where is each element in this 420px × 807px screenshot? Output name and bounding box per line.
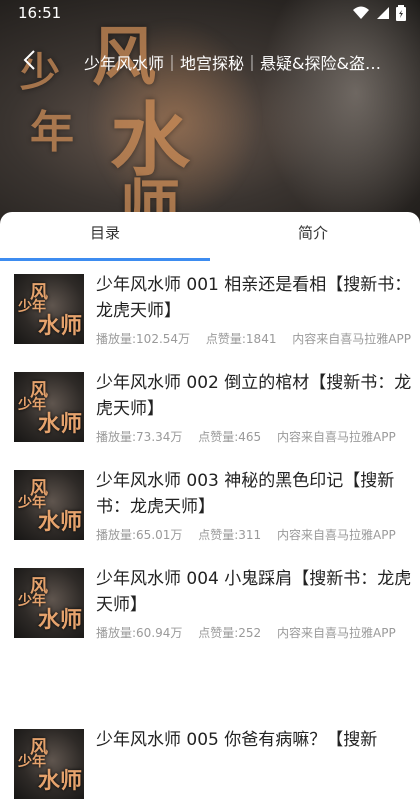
back-arrow-icon[interactable] (18, 48, 42, 72)
episode-title: 少年风水师 003 神秘的黑色印记【搜新书：龙虎天师】 (96, 471, 395, 517)
tab-active-indicator (0, 258, 210, 261)
episode-meta: 播放量:60.94万 点赞量:252 内容来自喜马拉雅APP (96, 624, 416, 641)
play-count: 播放量:73.34万 (96, 430, 183, 444)
like-count: 点赞量:311 (198, 528, 262, 542)
tab-intro[interactable]: 简介 (298, 222, 328, 243)
source-label: 内容来自喜马拉雅APP (277, 430, 396, 444)
episode-item[interactable]: 风 少年 水师 少年风水师 004 小鬼踩肩【搜新书：龙虎天师】 播放量:60.… (0, 556, 420, 646)
thumb-char: 水师 (38, 314, 83, 339)
wifi-icon (353, 6, 369, 19)
tab-catalog[interactable]: 目录 (90, 222, 120, 243)
cover-figure (260, 0, 420, 232)
album-title: 少年风水师｜地宫探秘｜悬疑&探险&盗墓… (84, 54, 396, 73)
status-icons (352, 5, 406, 21)
episode-thumbnail: 风 少年 水师 (14, 568, 84, 638)
episode-meta: 播放量:102.54万 点赞量:1841 内容来自喜马拉雅APP (96, 330, 416, 347)
play-count: 播放量:65.01万 (96, 528, 183, 542)
like-count: 点赞量:1841 (205, 332, 277, 346)
like-count: 点赞量:252 (198, 626, 262, 640)
like-count: 点赞量:465 (198, 430, 262, 444)
status-bar: 16:51 (0, 0, 420, 28)
source-label: 内容来自喜马拉雅APP (292, 332, 411, 346)
tab-bar: 目录 简介 (0, 212, 420, 262)
source-label: 内容来自喜马拉雅APP (277, 626, 396, 640)
thumb-char: 水师 (38, 412, 83, 437)
play-count: 播放量:102.54万 (96, 332, 191, 346)
episode-meta: 播放量:65.01万 点赞量:311 内容来自喜马拉雅APP (96, 526, 416, 543)
thumb-char: 水师 (38, 769, 83, 794)
thumb-char: 水师 (38, 608, 83, 633)
album-header: 少 年 风 水 师 16:51 少年风水师｜地宫探秘｜悬疑&探险&盗墓… (0, 0, 420, 232)
episode-thumbnail: 风 少年 水师 (14, 274, 84, 344)
episode-thumbnail: 风 少年 水师 (14, 470, 84, 540)
battery-icon (396, 5, 406, 21)
episode-title: 少年风水师 001 相亲还是看相【搜新书：龙虎天师】 (96, 275, 412, 321)
episode-item[interactable]: 风 少年 水师 少年风水师 003 神秘的黑色印记【搜新书：龙虎天师】 播放量:… (0, 458, 420, 548)
signal-icon (377, 7, 389, 19)
source-label: 内容来自喜马拉雅APP (277, 528, 396, 542)
episode-item[interactable]: 风 少年 水师 少年风水师 002 倒立的棺材【搜新书：龙虎天师】 播放量:73… (0, 360, 420, 450)
episode-item[interactable]: 风 少年 水师 少年风水师 001 相亲还是看相【搜新书：龙虎天师】 播放量:1… (0, 262, 420, 352)
episode-thumbnail: 风 少年 水师 (14, 372, 84, 442)
play-count: 播放量:60.94万 (96, 626, 183, 640)
episode-meta: 播放量:73.34万 点赞量:465 内容来自喜马拉雅APP (96, 428, 416, 445)
status-time: 16:51 (18, 4, 62, 22)
cover-art-char: 年 (30, 107, 74, 158)
episode-title: 少年风水师 004 小鬼踩肩【搜新书：龙虎天师】 (96, 569, 412, 615)
episode-title: 少年风水师 005 你爸有病嘛？【搜新 (96, 730, 378, 750)
title-bar: 少年风水师｜地宫探秘｜悬疑&探险&盗墓… (0, 42, 420, 78)
thumb-char: 水师 (38, 510, 83, 535)
episode-item[interactable]: 风 少年 水师 少年风水师 005 你爸有病嘛？【搜新 (0, 717, 420, 807)
episode-title: 少年风水师 002 倒立的棺材【搜新书：龙虎天师】 (96, 373, 412, 419)
episode-thumbnail: 风 少年 水师 (14, 729, 84, 799)
